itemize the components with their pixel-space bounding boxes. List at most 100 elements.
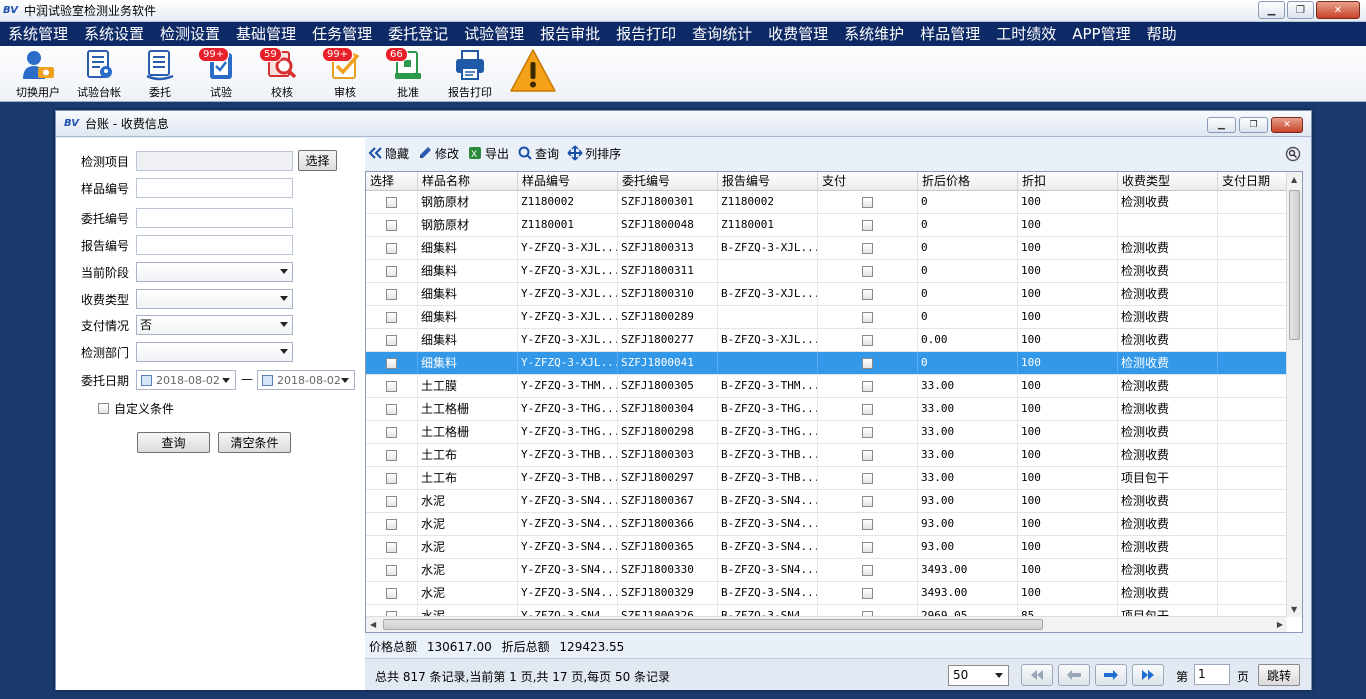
row-select-checkbox[interactable]	[386, 311, 397, 323]
column-header-1[interactable]: 样品名称	[418, 172, 518, 191]
toolbar-button-0[interactable]: 切换用户	[8, 46, 68, 102]
row-select-checkbox[interactable]	[386, 219, 397, 231]
menu-item-3[interactable]: 基础管理	[228, 22, 304, 46]
pay-status-select[interactable]: 否	[136, 315, 293, 335]
toolbar-button-4[interactable]: 59 校核	[252, 46, 312, 102]
menu-item-13[interactable]: 工时绩效	[988, 22, 1064, 46]
paid-checkbox[interactable]	[862, 380, 873, 392]
menu-item-1[interactable]: 系统设置	[76, 22, 152, 46]
table-row[interactable]: 细集料 Y-ZFZQ-3-XJL... SZFJ1800310 B-ZFZQ-3-XJ…	[366, 283, 1287, 306]
toolbar-button-6[interactable]: 66 批准	[378, 46, 438, 102]
paid-checkbox[interactable]	[862, 334, 873, 346]
table-row[interactable]: 钢筋原材 Z1180001 SZFJ1800048 Z1180001 0 100	[366, 214, 1287, 237]
row-select-checkbox[interactable]	[386, 495, 397, 507]
page-size-select[interactable]: 50	[948, 665, 1009, 686]
menu-item-12[interactable]: 样品管理	[912, 22, 988, 46]
column-header-3[interactable]: 委托编号	[618, 172, 718, 191]
column-header-6[interactable]: 折后价格	[918, 172, 1018, 191]
restore-icon[interactable]: ❐	[1239, 117, 1268, 133]
checkbox[interactable]	[98, 403, 109, 414]
first-page-button[interactable]	[1021, 664, 1053, 686]
toolbar-button-2[interactable]: 委托	[130, 46, 190, 102]
paid-checkbox[interactable]	[862, 288, 873, 300]
table-row[interactable]: 水泥 Y-ZFZQ-3-SN4... SZFJ1800329 B-ZFZQ-3-SN4…	[366, 582, 1287, 605]
table-row[interactable]: 细集料 Y-ZFZQ-3-XJL... SZFJ1800311 0 100 检测收费	[366, 260, 1287, 283]
row-select-checkbox[interactable]	[386, 357, 397, 369]
close-icon[interactable]: ✕	[1316, 1, 1360, 19]
menu-item-8[interactable]: 报告打印	[608, 22, 684, 46]
menu-item-5[interactable]: 委托登记	[380, 22, 456, 46]
table-row[interactable]: 水泥 Y-ZFZQ-3-SN4... SZFJ1800365 B-ZFZQ-3-SN4…	[366, 536, 1287, 559]
paid-checkbox[interactable]	[862, 403, 873, 415]
row-select-checkbox[interactable]	[386, 265, 397, 277]
row-select-checkbox[interactable]	[386, 587, 397, 599]
row-select-checkbox[interactable]	[386, 449, 397, 461]
table-row[interactable]: 水泥 Y-ZFZQ-3-SN4... SZFJ1800367 B-ZFZQ-3-SN4…	[366, 490, 1287, 513]
next-page-button[interactable]	[1095, 664, 1127, 686]
menu-item-0[interactable]: 系统管理	[0, 22, 76, 46]
column-header-2[interactable]: 样品编号	[518, 172, 618, 191]
menu-item-2[interactable]: 检测设置	[152, 22, 228, 46]
column-header-5[interactable]: 支付	[818, 172, 918, 191]
paid-checkbox[interactable]	[862, 265, 873, 277]
toolbar-button-7[interactable]: 报告打印	[440, 46, 500, 102]
menu-item-4[interactable]: 任务管理	[304, 22, 380, 46]
horizontal-scrollbar[interactable]: ◀ ▶	[366, 616, 1287, 632]
column-header-0[interactable]: 选择	[366, 172, 418, 191]
column-header-4[interactable]: 报告编号	[718, 172, 818, 191]
paid-checkbox[interactable]	[862, 472, 873, 484]
scroll-up-icon[interactable]: ▲	[1291, 175, 1297, 184]
minimize-icon[interactable]: ▁	[1258, 1, 1285, 19]
table-row[interactable]: 细集料 Y-ZFZQ-3-XJL... SZFJ1800041 0 100 检测收费	[366, 352, 1287, 375]
row-select-checkbox[interactable]	[386, 426, 397, 438]
fee-type-select[interactable]	[136, 289, 293, 309]
toolbar-button-1[interactable]: 试验台帐	[69, 46, 129, 102]
paid-checkbox[interactable]	[862, 518, 873, 530]
close-icon[interactable]: ✕	[1271, 117, 1303, 133]
table-row[interactable]: 钢筋原材 Z1180002 SZFJ1800301 Z1180002 0 100 检测收费	[366, 191, 1287, 214]
sample-no-input[interactable]	[136, 178, 293, 198]
paid-checkbox[interactable]	[862, 564, 873, 576]
table-row[interactable]: 水泥 Y-ZFZQ-3-SN4... SZFJ1800330 B-ZFZQ-3-SN4…	[366, 559, 1287, 582]
column-header-7[interactable]: 折扣	[1018, 172, 1118, 191]
row-select-checkbox[interactable]	[386, 403, 397, 415]
grid-query-button[interactable]: 查询	[517, 145, 559, 162]
menu-item-9[interactable]: 查询统计	[684, 22, 760, 46]
row-select-checkbox[interactable]	[386, 564, 397, 576]
paid-checkbox[interactable]	[862, 426, 873, 438]
vertical-scrollbar[interactable]: ▲ ▼	[1286, 172, 1302, 617]
toolbar-button-5[interactable]: 99+ 审核	[315, 46, 375, 102]
entrust-no-input[interactable]	[136, 208, 293, 228]
menu-item-10[interactable]: 收费管理	[760, 22, 836, 46]
test-item-input[interactable]	[136, 151, 293, 171]
table-row[interactable]: 土工布 Y-ZFZQ-3-THB... SZFJ1800303 B-ZFZQ-3-TH…	[366, 444, 1287, 467]
row-select-checkbox[interactable]	[386, 334, 397, 346]
paid-checkbox[interactable]	[862, 587, 873, 599]
department-select[interactable]	[136, 342, 293, 362]
paid-checkbox[interactable]	[862, 196, 873, 208]
row-select-checkbox[interactable]	[386, 242, 397, 254]
toolbar-button-8[interactable]	[503, 46, 563, 102]
export-button[interactable]: X 导出	[467, 145, 509, 162]
scroll-down-icon[interactable]: ▼	[1291, 605, 1297, 614]
page-number-input[interactable]: 1	[1194, 664, 1230, 685]
vertical-scroll-thumb[interactable]	[1289, 190, 1300, 340]
row-select-checkbox[interactable]	[386, 380, 397, 392]
paid-checkbox[interactable]	[862, 357, 873, 369]
table-row[interactable]: 土工格栅 Y-ZFZQ-3-THG... SZFJ1800304 B-ZFZQ-3-T…	[366, 398, 1287, 421]
paid-checkbox[interactable]	[862, 449, 873, 461]
paid-checkbox[interactable]	[862, 219, 873, 231]
menu-item-15[interactable]: 帮助	[1139, 22, 1185, 46]
table-row[interactable]: 土工格栅 Y-ZFZQ-3-THG... SZFJ1800298 B-ZFZQ-3-T…	[366, 421, 1287, 444]
menu-item-6[interactable]: 试验管理	[456, 22, 532, 46]
select-button[interactable]: 选择	[298, 150, 337, 171]
row-select-checkbox[interactable]	[386, 196, 397, 208]
table-row[interactable]: 细集料 Y-ZFZQ-3-XJL... SZFJ1800313 B-ZFZQ-3-XJ…	[366, 237, 1287, 260]
zoom-search-icon[interactable]	[1285, 146, 1301, 162]
edit-button[interactable]: 修改	[417, 145, 459, 162]
toolbar-button-3[interactable]: 99+ 试验	[191, 46, 251, 102]
paid-checkbox[interactable]	[862, 495, 873, 507]
menu-item-14[interactable]: APP管理	[1064, 22, 1138, 46]
report-no-input[interactable]	[136, 235, 293, 255]
horizontal-scroll-thumb[interactable]	[383, 619, 1043, 630]
